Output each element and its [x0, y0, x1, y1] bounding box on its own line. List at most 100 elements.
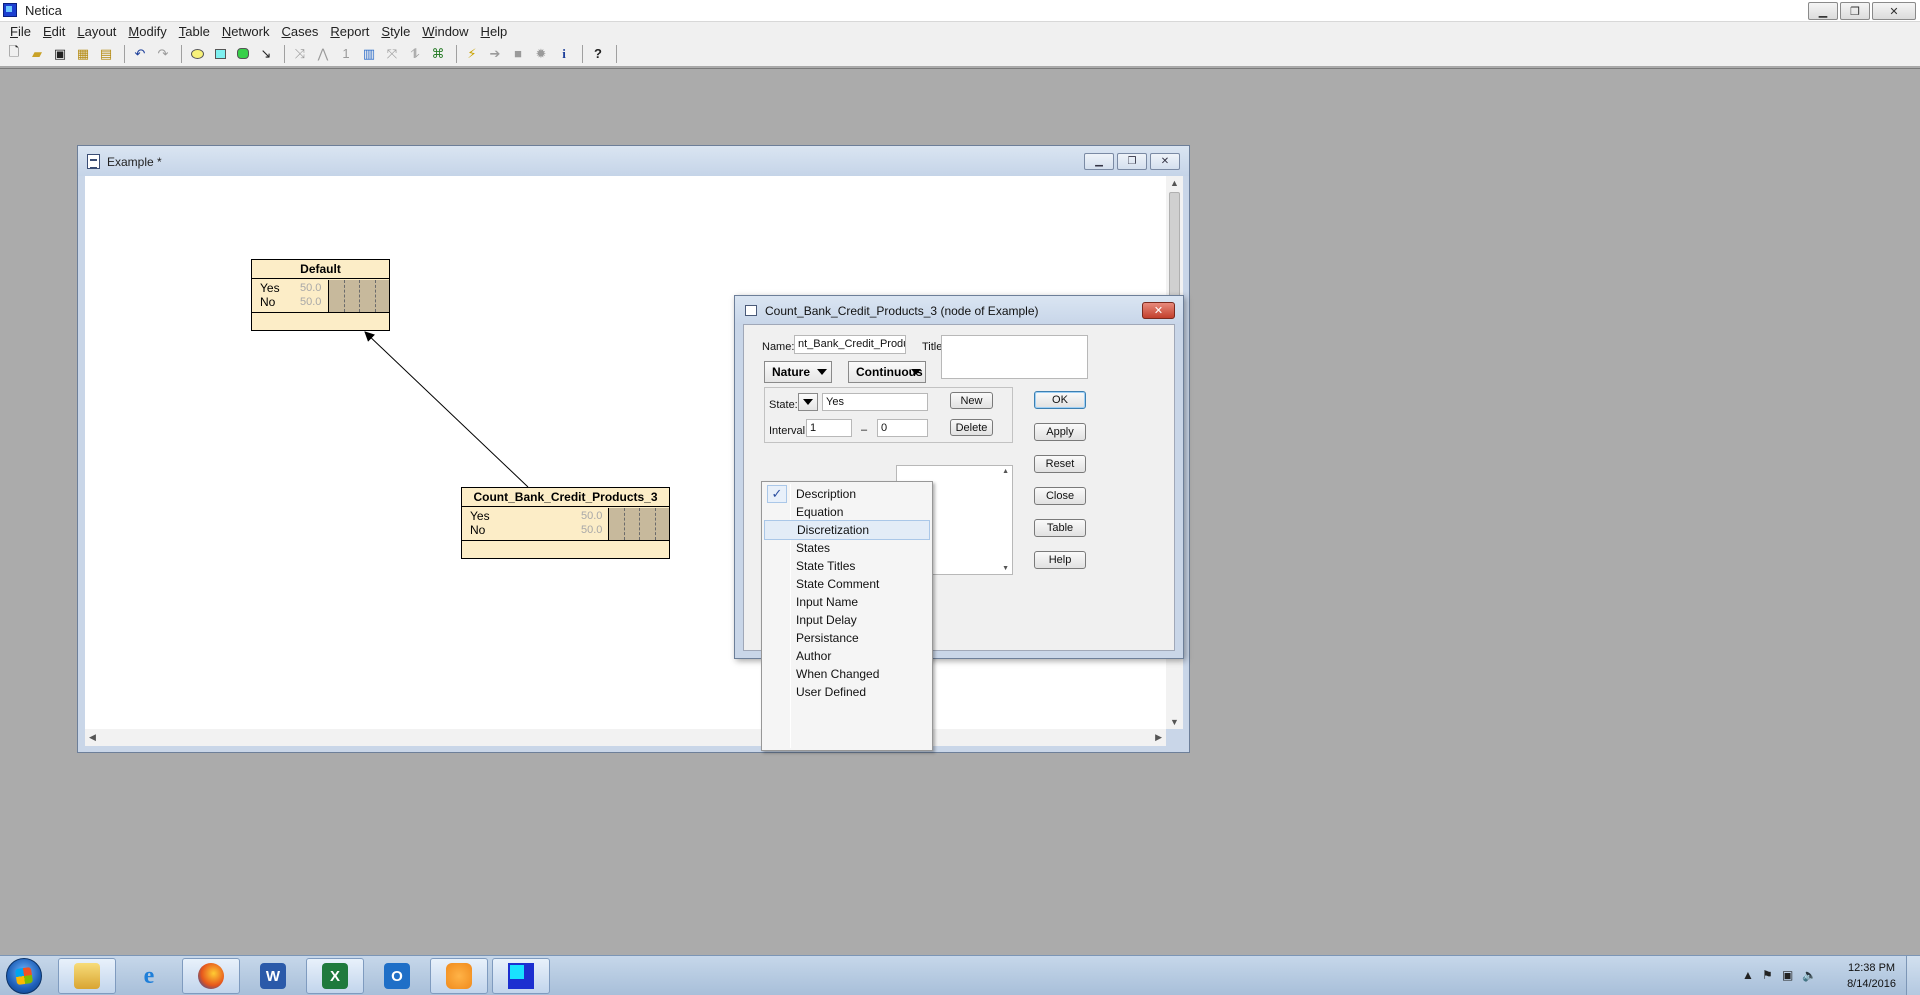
- menu-item-input-name[interactable]: Input Name: [764, 592, 930, 612]
- close-icon[interactable]: ✕: [1150, 153, 1180, 170]
- layout-peak-icon[interactable]: ⋀: [313, 44, 333, 64]
- scroll-down-icon[interactable]: ▼: [1002, 565, 1009, 572]
- menu-item-equation[interactable]: Equation: [764, 502, 930, 522]
- delete-state-button[interactable]: Delete: [950, 419, 993, 436]
- state-label: Yes: [260, 281, 280, 295]
- decision-node-tool-icon[interactable]: [210, 44, 230, 64]
- print-icon[interactable]: ▤: [96, 44, 116, 64]
- numeric-display-icon[interactable]: 1: [336, 44, 356, 64]
- volume-icon[interactable]: 🔈: [1802, 968, 1817, 982]
- scroll-up-icon[interactable]: ▲: [1002, 468, 1009, 475]
- vertical-scroll-thumb[interactable]: [1169, 192, 1180, 312]
- menu-style[interactable]: Style: [375, 24, 416, 39]
- save-all-icon[interactable]: ▦: [73, 44, 93, 64]
- new-network-icon[interactable]: 🗋: [4, 44, 24, 64]
- network-window-titlebar[interactable]: Example * ▁ ❐ ✕: [78, 146, 1189, 176]
- taskbar-firefox[interactable]: [182, 958, 240, 994]
- menu-edit[interactable]: Edit: [37, 24, 71, 39]
- state-dropdown[interactable]: [798, 393, 818, 411]
- lightning-compile-icon[interactable]: ⚡: [462, 44, 482, 64]
- new-state-button[interactable]: New: [950, 392, 993, 409]
- apply-button[interactable]: Apply: [1034, 423, 1086, 441]
- state-label: No: [260, 295, 276, 309]
- link-arrow-tool-icon[interactable]: ↘: [256, 44, 276, 64]
- close-icon[interactable]: ✕: [1142, 302, 1175, 319]
- taskbar-orange-app[interactable]: [430, 958, 488, 994]
- close-icon[interactable]: ✕: [1872, 2, 1916, 20]
- interval-from-field[interactable]: 1: [806, 419, 852, 437]
- absorb-node-icon[interactable]: ⤧: [382, 44, 402, 64]
- menu-item-discretization[interactable]: Discretization: [764, 520, 930, 540]
- continuity-dropdown[interactable]: Continuous: [848, 361, 926, 383]
- compile-network-icon[interactable]: ⌘: [428, 44, 448, 64]
- menu-network[interactable]: Network: [216, 24, 276, 39]
- help-button[interactable]: Help: [1034, 551, 1086, 569]
- table-button[interactable]: Table: [1034, 519, 1086, 537]
- close-button[interactable]: Close: [1034, 487, 1086, 505]
- menu-item-description[interactable]: ✓ Description: [764, 484, 930, 504]
- horizontal-scrollbar[interactable]: ◀ ▶: [85, 729, 1166, 746]
- help-question-icon[interactable]: ?: [588, 44, 608, 64]
- menu-table[interactable]: Table: [173, 24, 216, 39]
- taskbar-windows-explorer[interactable]: [58, 958, 116, 994]
- square-stop-icon[interactable]: ■: [508, 44, 528, 64]
- dialog-titlebar[interactable]: Count_Bank_Credit_Products_3 (node of Ex…: [735, 296, 1183, 324]
- reverse-link-icon[interactable]: ⥮: [405, 44, 425, 64]
- scroll-left-icon[interactable]: ◀: [89, 732, 96, 743]
- menu-cases[interactable]: Cases: [276, 24, 325, 39]
- menu-help[interactable]: Help: [475, 24, 514, 39]
- menu-item-state-comment[interactable]: State Comment: [764, 574, 930, 594]
- node-count-bank-credit-products-3[interactable]: Count_Bank_Credit_Products_3 Yes 50.0 No…: [461, 487, 670, 559]
- redo-icon[interactable]: ↷: [153, 44, 173, 64]
- reset-button[interactable]: Reset: [1034, 455, 1086, 473]
- scroll-right-icon[interactable]: ▶: [1155, 732, 1162, 743]
- restore-icon[interactable]: ❐: [1840, 2, 1870, 20]
- node-title: Count_Bank_Credit_Products_3: [462, 488, 669, 507]
- scroll-up-icon[interactable]: ▲: [1170, 178, 1179, 188]
- start-button[interactable]: [6, 958, 42, 994]
- menu-item-user-defined[interactable]: User Defined: [764, 682, 930, 702]
- undo-icon[interactable]: ↶: [130, 44, 150, 64]
- arrow-right-icon[interactable]: ➔: [485, 44, 505, 64]
- menu-item-persistance[interactable]: Persistance: [764, 628, 930, 648]
- utility-node-tool-icon[interactable]: [233, 44, 253, 64]
- taskbar-clock[interactable]: 12:38 PM 8/14/2016: [1847, 960, 1896, 992]
- menu-item-states[interactable]: States: [764, 538, 930, 558]
- network-icon[interactable]: ▣: [1782, 968, 1793, 982]
- open-folder-icon[interactable]: ▰: [27, 44, 47, 64]
- menu-item-when-changed[interactable]: When Changed: [764, 664, 930, 684]
- save-icon[interactable]: ▣: [50, 44, 70, 64]
- nature-node-tool-icon[interactable]: [187, 44, 207, 64]
- menu-item-input-delay[interactable]: Input Delay: [764, 610, 930, 630]
- gear-icon[interactable]: ✹: [531, 44, 551, 64]
- node-kind-dropdown[interactable]: Nature: [764, 361, 832, 383]
- menu-report[interactable]: Report: [324, 24, 375, 39]
- node-title-field[interactable]: [941, 335, 1088, 379]
- show-desktop-button[interactable]: [1906, 956, 1920, 995]
- menu-modify[interactable]: Modify: [122, 24, 172, 39]
- taskbar-netica[interactable]: [492, 958, 550, 994]
- info-icon[interactable]: i: [554, 44, 574, 64]
- minimize-icon[interactable]: ▁: [1808, 2, 1838, 20]
- restore-icon[interactable]: ❐: [1117, 153, 1147, 170]
- show-hidden-icons-icon[interactable]: ▲: [1742, 968, 1754, 982]
- menu-file[interactable]: File: [4, 24, 37, 39]
- menu-item-state-titles[interactable]: State Titles: [764, 556, 930, 576]
- taskbar-internet-explorer[interactable]: e: [120, 958, 178, 994]
- taskbar-outlook[interactable]: O: [368, 958, 426, 994]
- action-center-flag-icon[interactable]: ⚑: [1762, 968, 1773, 982]
- belief-bars-icon[interactable]: ▥: [359, 44, 379, 64]
- taskbar-word[interactable]: W: [244, 958, 302, 994]
- minimize-icon[interactable]: ▁: [1084, 153, 1114, 170]
- ok-button[interactable]: OK: [1034, 391, 1086, 409]
- menu-item-author[interactable]: Author: [764, 646, 930, 666]
- state-name-field[interactable]: Yes: [822, 393, 928, 411]
- node-default[interactable]: Default Yes 50.0 No 50.0: [251, 259, 390, 331]
- node-name-field[interactable]: nt_Bank_Credit_Products_3: [794, 335, 906, 354]
- taskbar-excel[interactable]: X: [306, 958, 364, 994]
- menu-layout[interactable]: Layout: [71, 24, 122, 39]
- interval-to-field[interactable]: 0: [877, 419, 928, 437]
- menu-window[interactable]: Window: [416, 24, 474, 39]
- layout-spread-icon[interactable]: ⤨: [290, 44, 310, 64]
- scroll-down-icon[interactable]: ▼: [1170, 717, 1179, 727]
